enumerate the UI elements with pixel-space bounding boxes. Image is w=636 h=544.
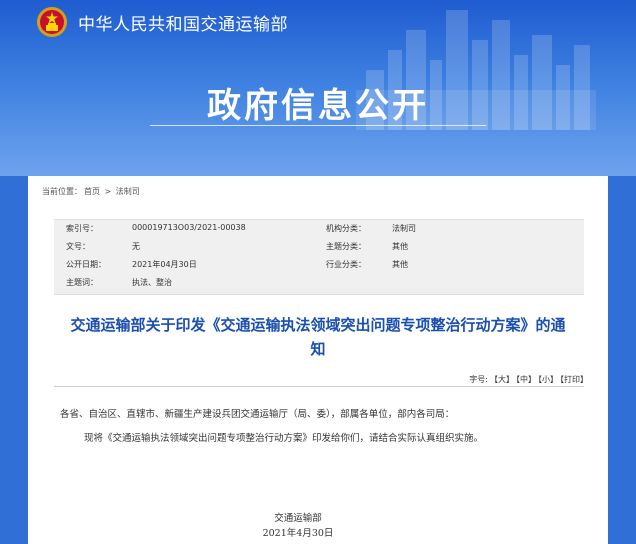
font-size-label: 字号: [469,375,488,384]
breadcrumb-label: 当前位置： [42,187,82,196]
font-medium-button[interactable]: 【中】 [516,375,536,384]
national-emblem-icon [37,7,67,37]
topic-value: 其他 [392,242,408,251]
index-no-value: 000019713O03/2021-00038 [132,223,246,232]
date-label: 公开日期： [66,260,106,269]
breadcrumb: 当前位置： 首页 > 法制司 [42,186,142,197]
date-value: 2021年04月30日 [132,260,197,269]
meta-row: 公开日期： 2021年04月30日 行业分类： 其他 [54,256,584,274]
org-value: 法制司 [392,224,416,233]
industry-label: 行业分类： [326,260,366,269]
keywords-value: 执法、整治 [132,278,172,287]
ministry-name[interactable]: 中华人民共和国交通运输部 [78,10,288,35]
signature-date: 2021年4月30日 [262,528,334,539]
banner-underline [150,125,486,126]
doc-no-label: 文号： [66,242,90,251]
breadcrumb-separator: > [104,187,112,196]
industry-value: 其他 [392,260,408,269]
content-panel: 当前位置： 首页 > 法制司 索引号： 000019713O03/2021-000… [28,176,608,544]
document-title: 交通运输部关于印发《交通运输执法领域突出问题专项整治行动方案》的通 知 [58,313,578,361]
content-divider [54,386,584,387]
document-title-line: 知 [310,340,326,358]
index-no-label: 索引号： [66,224,98,233]
page-header: 中华人民共和国交通运输部 政府信息公开 [0,0,636,176]
font-size-controls: 字号: 【大】 【中】 【小】 【打印】 [467,374,588,385]
meta-row: 主题词： 执法、整治 [54,274,584,292]
font-small-button[interactable]: 【小】 [538,375,558,384]
meta-row: 文号： 无 主题分类： 其他 [54,238,584,256]
meta-row: 索引号： 000019713O03/2021-00038 机构分类： 法制司 [54,220,584,238]
document-title-line: 交通运输部关于印发《交通运输执法领域突出问题专项整治行动方案》的通 [70,316,566,334]
signature-org: 交通运输部 [274,513,322,524]
document-meta-table: 索引号： 000019713O03/2021-00038 机构分类： 法制司 文… [54,219,584,295]
font-large-button[interactable]: 【大】 [490,375,514,384]
banner-title: 政府信息公开 [207,86,429,126]
breadcrumb-home-link[interactable]: 首页 [84,187,100,196]
breadcrumb-section-link[interactable]: 法制司 [116,187,140,196]
topic-label: 主题分类： [326,242,366,251]
keywords-label: 主题词： [66,278,98,287]
document-salutation: 各省、自治区、直辖市、新疆生产建设兵团交通运输厅（局、委），部属各单位，部内各司… [60,409,455,420]
doc-no-value: 无 [132,242,140,251]
org-label: 机构分类： [326,224,366,233]
document-body: 现将《交通运输执法领域突出问题专项整治行动方案》印发给你们，请结合实际认真组织实… [84,433,484,444]
print-button[interactable]: 【打印】 [560,375,588,384]
